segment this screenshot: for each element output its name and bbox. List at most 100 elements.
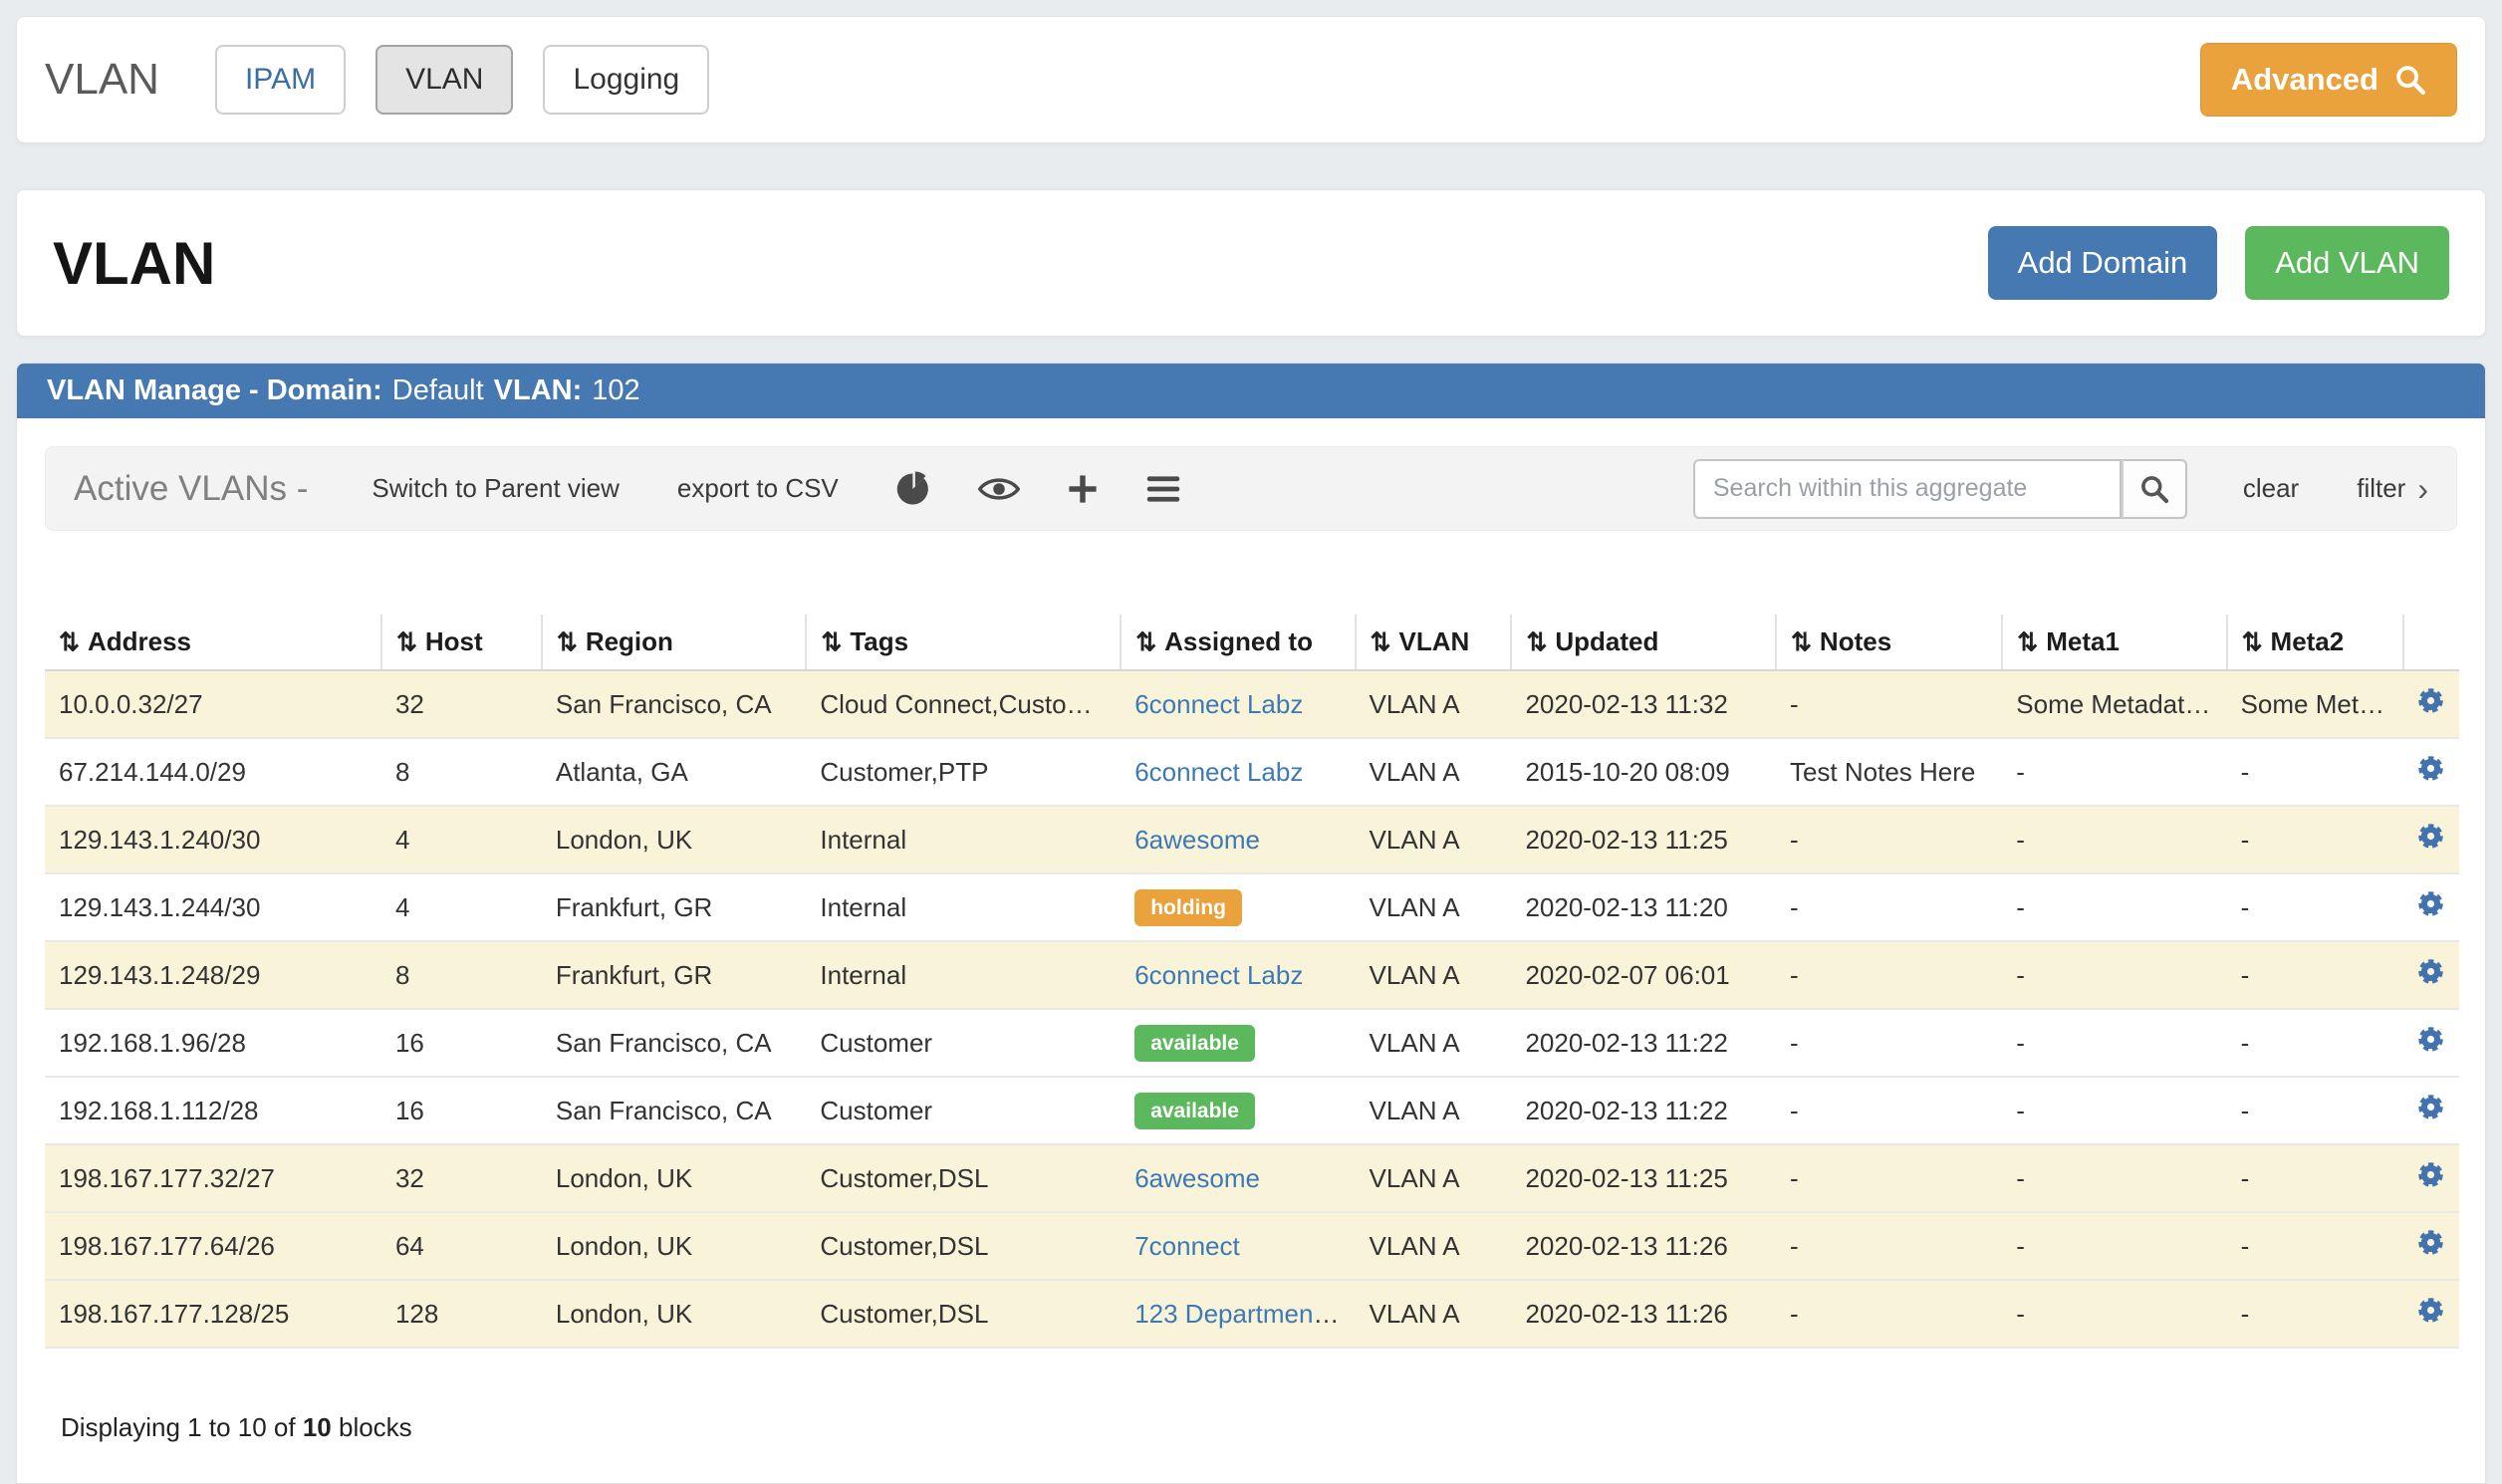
cell-assigned: 6awesome	[1121, 1144, 1355, 1212]
advanced-search-button[interactable]: Advanced	[2200, 43, 2457, 117]
sort-icon: ⇅	[2242, 628, 2263, 656]
cell-assigned: holding	[1121, 873, 1355, 941]
cell-address: 129.143.1.240/30	[45, 806, 381, 873]
cell-meta2: -	[2227, 941, 2403, 1009]
gear-icon[interactable]	[2415, 753, 2446, 784]
cell-address: 129.143.1.244/30	[45, 873, 381, 941]
cell-meta1: -	[2002, 1009, 2226, 1077]
cell-notes: -	[1776, 806, 2002, 873]
column-header-region[interactable]: ⇅Region	[542, 615, 807, 670]
cell-meta2: -	[2227, 806, 2403, 873]
cell-host: 128	[381, 1280, 542, 1348]
cell-updated: 2020-02-13 11:25	[1511, 806, 1776, 873]
column-header-address[interactable]: ⇅Address	[45, 615, 381, 670]
assigned-status-badge: holding	[1134, 889, 1242, 926]
active-vlans-label: Active VLANs -	[74, 469, 308, 509]
table-row: 10.0.0.32/2732San Francisco, CACloud Con…	[45, 670, 2459, 738]
tab-vlan[interactable]: VLAN	[375, 45, 513, 115]
cell-notes: -	[1776, 1077, 2002, 1144]
search-group	[1693, 459, 2187, 519]
cell-region: Frankfurt, GR	[542, 873, 807, 941]
plus-icon[interactable]	[1066, 472, 1100, 506]
cell-address: 67.214.144.0/29	[45, 738, 381, 806]
assigned-link[interactable]: 7connect	[1134, 1231, 1240, 1261]
cell-meta2: -	[2227, 1077, 2403, 1144]
cell-address: 198.167.177.128/25	[45, 1280, 381, 1348]
filter-link[interactable]: filter ›	[2357, 473, 2428, 505]
assigned-link[interactable]: 6connect Labz	[1134, 960, 1303, 990]
vlan-manage-panel: VLAN Manage - Domain: Default VLAN: 102 …	[16, 363, 2486, 1484]
gear-icon[interactable]	[2415, 685, 2446, 716]
list-icon[interactable]	[1145, 474, 1181, 504]
gear-icon[interactable]	[2415, 1024, 2446, 1055]
cell-address: 10.0.0.32/27	[45, 670, 381, 738]
gear-icon[interactable]	[2415, 888, 2446, 919]
cell-meta1: Some Metadata 1	[2002, 670, 2226, 738]
cell-host: 8	[381, 941, 542, 1009]
pagination-prefix: Displaying 1 to 10 of	[61, 1412, 296, 1442]
cell-meta1: -	[2002, 1077, 2226, 1144]
sort-icon: ⇅	[2017, 628, 2038, 656]
cell-assigned: 7connect	[1121, 1212, 1355, 1280]
pie-chart-icon[interactable]	[896, 471, 932, 507]
table-row: 129.143.1.244/304Frankfurt, GRInternalho…	[45, 873, 2459, 941]
column-label: Region	[586, 626, 673, 656]
cell-vlan: VLAN A	[1356, 1144, 1512, 1212]
panel-header-domain-label: VLAN Manage - Domain:	[47, 374, 382, 407]
tab-logging[interactable]: Logging	[543, 45, 709, 115]
cell-updated: 2020-02-13 11:26	[1511, 1280, 1776, 1348]
cell-host: 16	[381, 1009, 542, 1077]
cell-updated: 2020-02-13 11:22	[1511, 1077, 1776, 1144]
sort-icon: ⇅	[396, 628, 417, 656]
gear-icon[interactable]	[2415, 1092, 2446, 1122]
assigned-link[interactable]: 6awesome	[1134, 1163, 1260, 1193]
assigned-link[interactable]: 6awesome	[1134, 825, 1260, 855]
column-header-tags[interactable]: ⇅Tags	[806, 615, 1121, 670]
column-header-notes[interactable]: ⇅Notes	[1776, 615, 2002, 670]
cell-tags: Internal	[806, 941, 1121, 1009]
add-domain-button[interactable]: Add Domain	[1988, 226, 2218, 300]
gear-icon[interactable]	[2415, 821, 2446, 852]
assigned-link[interactable]: 6connect Labz	[1134, 689, 1303, 719]
table-row: 129.143.1.240/304London, UKInternal6awes…	[45, 806, 2459, 873]
panel-header-domain-value: Default	[392, 374, 484, 407]
column-header-updated[interactable]: ⇅Updated	[1511, 615, 1776, 670]
cell-notes: -	[1776, 873, 2002, 941]
gear-icon[interactable]	[2415, 1159, 2446, 1190]
search-button[interactable]	[2122, 459, 2187, 519]
eye-icon[interactable]	[978, 475, 1020, 503]
export-csv-link[interactable]: export to CSV	[677, 473, 839, 504]
switch-parent-view-link[interactable]: Switch to Parent view	[372, 473, 620, 504]
cell-actions	[2403, 670, 2459, 738]
cell-notes: -	[1776, 1009, 2002, 1077]
vlan-table: ⇅Address⇅Host⇅Region⇅Tags⇅Assigned to⇅VL…	[45, 615, 2459, 1349]
search-input[interactable]	[1693, 459, 2122, 519]
clear-link[interactable]: clear	[2243, 473, 2299, 504]
assigned-link[interactable]: 123 Department…	[1134, 1299, 1346, 1329]
sort-icon: ⇅	[59, 628, 80, 656]
assigned-link[interactable]: 6connect Labz	[1134, 757, 1303, 787]
cell-meta1: -	[2002, 1144, 2226, 1212]
cell-address: 192.168.1.96/28	[45, 1009, 381, 1077]
cell-notes: -	[1776, 1144, 2002, 1212]
assigned-status-badge: available	[1134, 1025, 1255, 1062]
column-header-meta2[interactable]: ⇅Meta2	[2227, 615, 2403, 670]
column-header-assigned-to[interactable]: ⇅Assigned to	[1121, 615, 1355, 670]
page-title: VLAN	[53, 229, 215, 298]
cell-notes: Test Notes Here	[1776, 738, 2002, 806]
gear-icon[interactable]	[2415, 1227, 2446, 1258]
tab-ipam[interactable]: IPAM	[215, 45, 346, 115]
add-vlan-button[interactable]: Add VLAN	[2245, 226, 2449, 300]
gear-icon[interactable]	[2415, 956, 2446, 987]
column-header-host[interactable]: ⇅Host	[381, 615, 542, 670]
cell-address: 198.167.177.32/27	[45, 1144, 381, 1212]
cell-updated: 2020-02-13 11:26	[1511, 1212, 1776, 1280]
cell-meta2: Some Met…	[2227, 670, 2403, 738]
cell-region: San Francisco, CA	[542, 670, 807, 738]
cell-region: London, UK	[542, 1212, 807, 1280]
gear-icon[interactable]	[2415, 1295, 2446, 1326]
column-header-meta1[interactable]: ⇅Meta1	[2002, 615, 2226, 670]
column-header-vlan[interactable]: ⇅VLAN	[1356, 615, 1512, 670]
cell-actions	[2403, 1077, 2459, 1144]
cell-updated: 2020-02-13 11:32	[1511, 670, 1776, 738]
